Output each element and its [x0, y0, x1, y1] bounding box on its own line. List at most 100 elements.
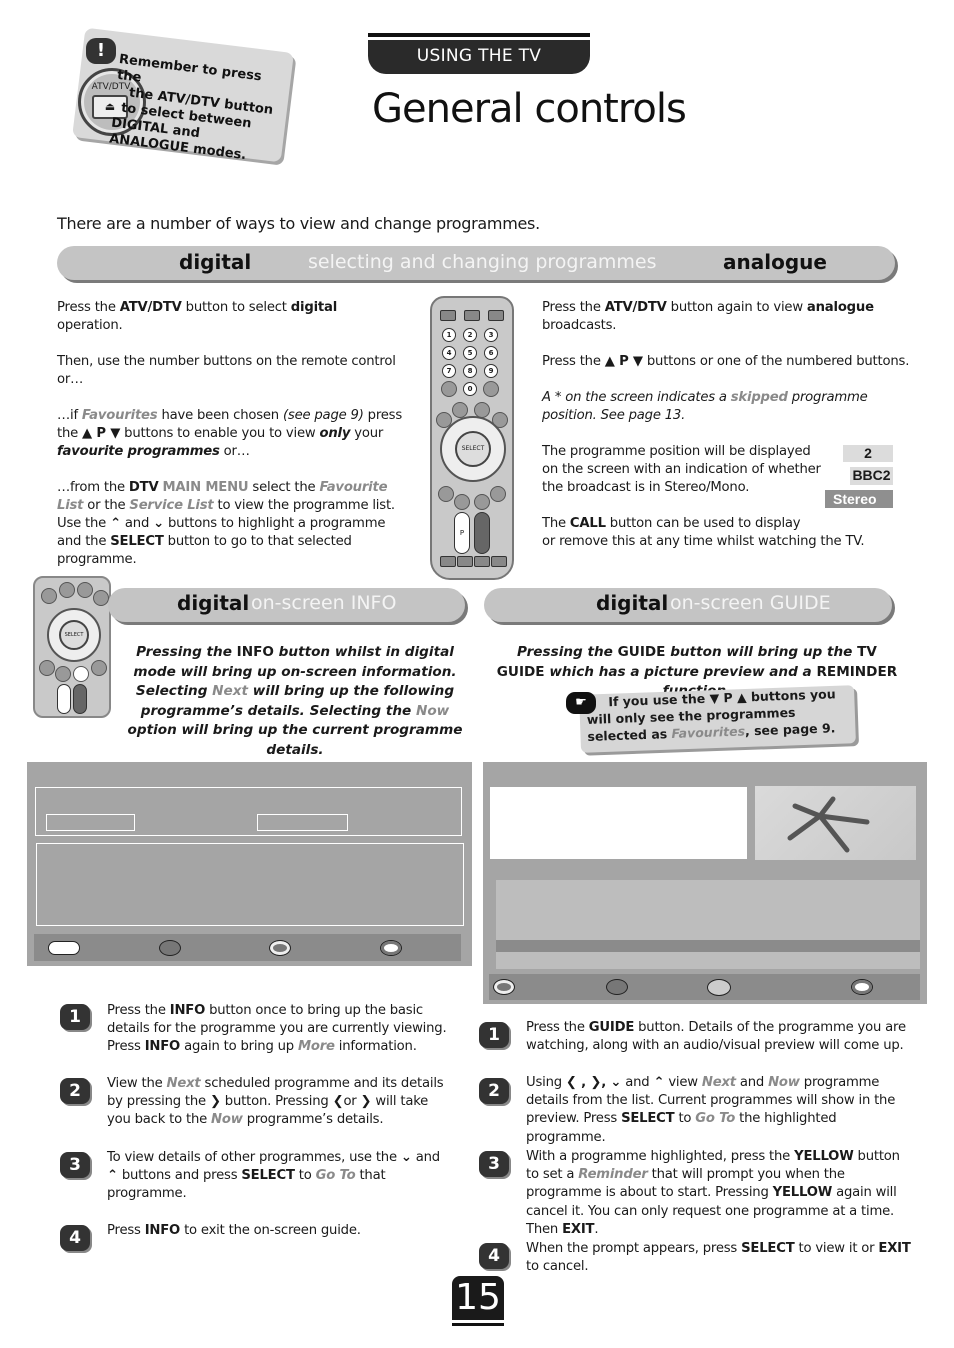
remote-green-button — [454, 494, 470, 510]
remote-p-rocker — [57, 684, 71, 714]
remote-transport-button — [440, 556, 456, 567]
guide-button-bar — [489, 974, 920, 1000]
remote-button — [441, 381, 457, 397]
analogue-p1: Press the ATV/DTV button again to view a… — [542, 300, 874, 333]
analogue-p3: A * on the screen indicates a skipped pr… — [542, 390, 868, 423]
guide-banner-digital: digital — [596, 591, 669, 615]
info-step-3: To view details of other programmes, use… — [107, 1150, 440, 1202]
guide-step-3: With a programme highlighted, press the … — [526, 1149, 900, 1237]
guide-step-1: Press the GUIDE button. Details of the p… — [526, 1020, 906, 1054]
remote-number-button: 6 — [484, 346, 498, 360]
info-key-icon[interactable] — [48, 941, 80, 955]
info-step-2: View the Next scheduled programme and it… — [107, 1076, 444, 1128]
remote-number-button: 7 — [442, 364, 456, 378]
select-key-icon[interactable] — [380, 940, 402, 956]
guide-screen-mockup — [483, 762, 927, 1004]
step-number: 1 — [479, 1022, 509, 1048]
info-next-field — [257, 814, 348, 831]
remote-control-illustration: 1 2 3 4 5 6 7 8 9 0 SELECT P — [430, 296, 514, 580]
remote-number-button: 3 — [484, 328, 498, 342]
chevron-up-icon: ⌃ — [107, 1168, 118, 1184]
remote-green-button — [55, 666, 71, 682]
remote-red-button — [39, 660, 55, 676]
guide-section-banner: digital on-screen GUIDE — [484, 588, 892, 622]
banner-analogue: analogue — [723, 250, 827, 274]
info-button-bar — [34, 934, 461, 961]
step-number: 3 — [479, 1151, 509, 1177]
digital-instructions: Press the ATV/DTV button to select digit… — [57, 299, 402, 587]
selecting-programmes-banner: digital selecting and changing programme… — [57, 246, 895, 280]
info-banner-digital: digital — [177, 591, 250, 615]
chevron-up-icon: ⌃ — [110, 516, 121, 531]
remote-control-closeup-illustration: SELECT — [33, 576, 111, 718]
guide-step-4: When the prompt appears, press SELECT to… — [526, 1241, 911, 1275]
step-number: 3 — [60, 1152, 90, 1178]
remote-text-button — [59, 582, 75, 598]
remote-number-button: 8 — [463, 364, 477, 378]
info-lead-text: Pressing the INFO button whilst in digit… — [127, 644, 463, 758]
info-step-1: Press the INFO button once to bring up t… — [107, 1003, 447, 1055]
favourites-note-text: If you use the ▼ P ▲ buttons you will on… — [586, 686, 836, 744]
remote-volume-rocker — [474, 512, 490, 554]
analogue-instructions: Press the ATV/DTV button again to view a… — [542, 299, 912, 569]
osd-position: 2 — [843, 445, 893, 462]
info-section-banner: digital on-screen INFO — [108, 588, 465, 622]
remote-number-button: 4 — [442, 346, 456, 360]
guide-list-row[interactable] — [496, 952, 920, 969]
remote-blue-button — [490, 486, 506, 502]
remote-yellow-button — [474, 494, 490, 510]
step-number: 1 — [60, 1004, 90, 1030]
step-number: 2 — [479, 1078, 509, 1104]
osd-channel: BBC2 — [850, 467, 893, 485]
remote-number-button: 9 — [484, 364, 498, 378]
section-tab-rule — [368, 33, 590, 37]
chevron-up-icon: ⌃ — [653, 1075, 665, 1090]
digital-p2: Then, use the number buttons on the remo… — [57, 354, 396, 387]
guide-banner-title: on-screen GUIDE — [670, 592, 831, 614]
nav-left-right-icon[interactable] — [159, 940, 181, 956]
remote-select-button: SELECT — [59, 620, 89, 650]
p-up-down-keys-icon: ▲ P ▼ — [604, 354, 643, 369]
chevron-right-icon: ❯ — [360, 1094, 372, 1110]
remote-number-button: 2 — [463, 328, 477, 342]
nav-up-down-icon[interactable] — [269, 940, 291, 956]
info-step-4: Press INFO to exit the on-screen guide. — [107, 1223, 361, 1238]
nav-chevrons-icon: ❮ , ❯, ⌄ — [565, 1075, 622, 1090]
info-screen-mockup — [27, 762, 472, 966]
banner-digital: digital — [179, 250, 252, 274]
page-number: 15 — [452, 1276, 504, 1320]
select-key-icon[interactable] — [851, 979, 873, 995]
yellow-reminder-key-icon[interactable] — [707, 979, 731, 996]
exclamation-icon: ! — [86, 38, 116, 64]
analogue-p4: The programme position will be displayed… — [542, 444, 821, 495]
remote-info-button — [77, 582, 93, 598]
guide-highlighted-row[interactable] — [496, 940, 920, 952]
digital-p3: …if Favourites have been chosen (see pag… — [57, 408, 403, 459]
remote-standby-button — [488, 310, 504, 321]
guide-programme-info — [490, 787, 747, 859]
remote-button — [483, 381, 499, 397]
chevron-left-icon: ❮ — [332, 1094, 344, 1110]
nav-left-right-icon[interactable] — [606, 979, 628, 995]
info-now-field — [46, 814, 135, 831]
remote-atv-dtv-button — [464, 310, 480, 321]
step-number: 4 — [60, 1225, 90, 1251]
chevron-down-icon: ⌄ — [400, 1150, 412, 1165]
digital-p4: …from the DTV MAIN MENU select the Favou… — [57, 480, 395, 567]
remote-transport-button — [474, 556, 490, 567]
intro-text: There are a number of ways to view and c… — [57, 214, 540, 233]
digital-p1: Press the ATV/DTV button to select digit… — [57, 300, 338, 333]
remote-call-button — [440, 310, 456, 321]
remote-blue-button — [91, 660, 107, 676]
remote-button — [41, 588, 57, 604]
remote-transport-button — [491, 556, 507, 567]
chevron-right-icon: ❯ — [209, 1094, 221, 1110]
section-tab: USING THE TV — [368, 40, 590, 74]
info-banner-title: on-screen INFO — [251, 592, 397, 614]
analogue-p5: The CALL button can be used to display or… — [542, 516, 865, 549]
remote-text-button — [452, 402, 468, 418]
info-details-panel — [36, 843, 464, 926]
remote-select-button: SELECT — [455, 431, 491, 467]
nav-up-down-icon[interactable] — [493, 979, 515, 995]
remote-number-button: 0 — [463, 382, 477, 396]
